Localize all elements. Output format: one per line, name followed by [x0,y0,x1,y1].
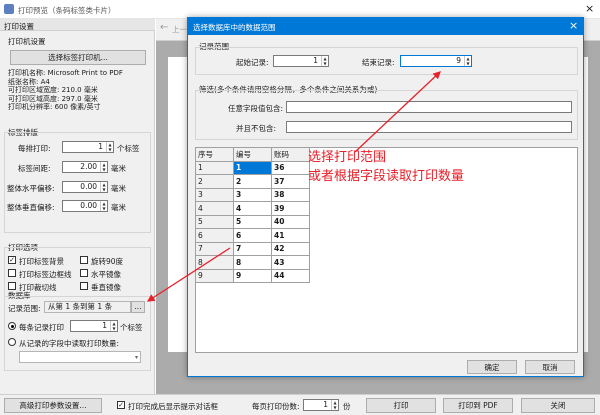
spin-arrows-icon[interactable]: ▲ ▼ [331,400,338,410]
show-dialog-label: 打印完成后显示提示对话框 [128,402,218,411]
copies-unit: 份 [343,402,351,411]
bottom-bar: 高级打印参数设置... ✓ 打印完成后显示提示对话框 每页打印份数: 1 ▲ ▼ 份… [0,394,600,415]
checkbox-show-dialog[interactable]: ✓ [117,401,125,409]
copies-label: 每页打印份数: [252,402,300,411]
arrow-to-range-button [146,247,231,302]
close-button[interactable]: 关闭 [521,398,595,413]
print-pdf-button[interactable]: 打印到 PDF [443,398,513,413]
advanced-settings-button[interactable]: 高级打印参数设置... [4,398,102,413]
arrow-to-end-record [354,71,441,153]
annotation-arrows [146,71,441,302]
print-button[interactable]: 打印 [366,398,436,413]
copies-input[interactable]: 1 ▲ ▼ [303,399,339,411]
